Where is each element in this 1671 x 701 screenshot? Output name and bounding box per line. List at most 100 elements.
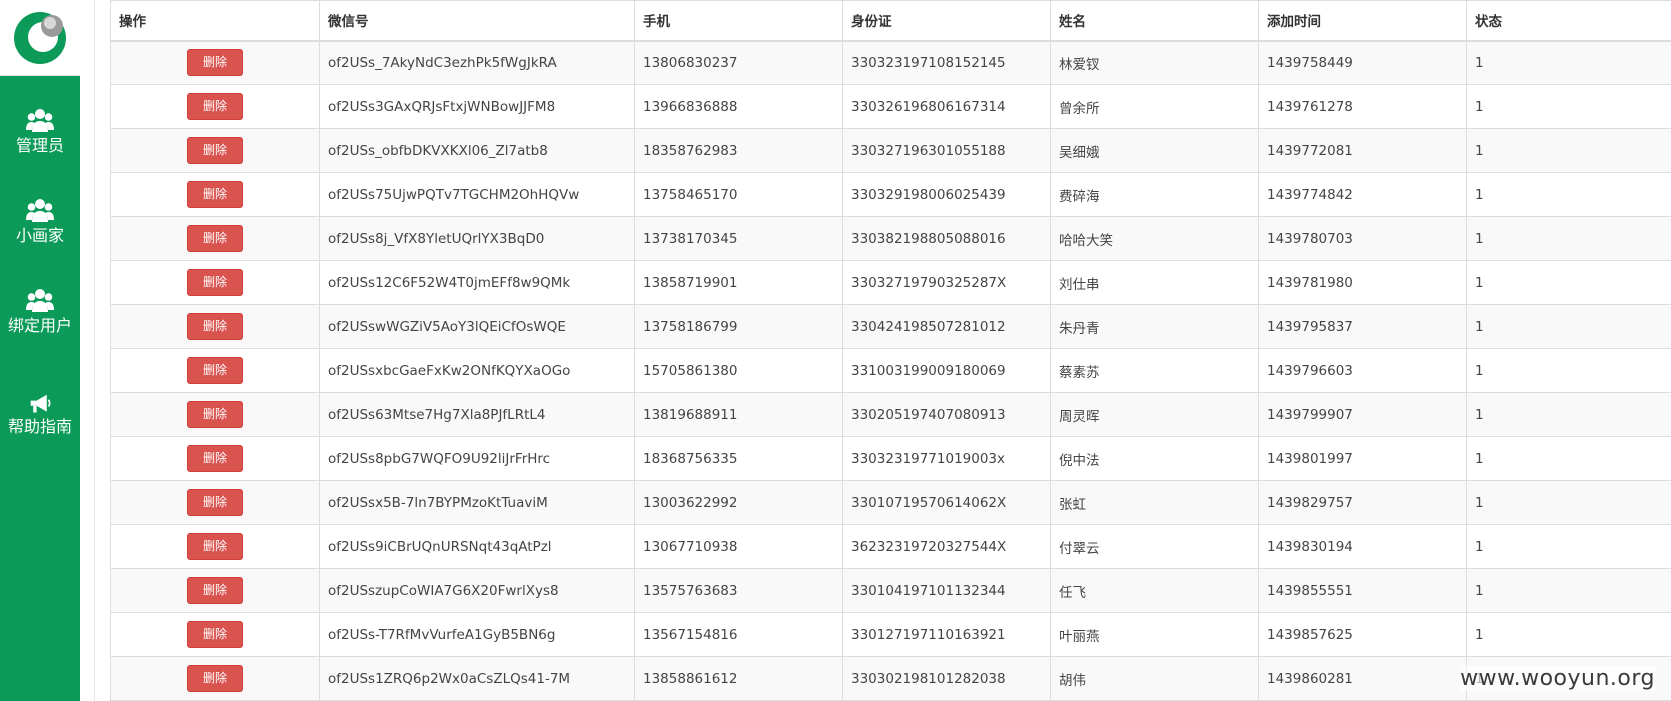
delete-button[interactable]: 删除 [187,269,243,296]
added-time-cell: 1439761278 [1258,84,1467,129]
delete-button[interactable]: 删除 [187,49,243,77]
column-header-name: 姓名 [1050,0,1259,42]
action-cell: 删除 [110,128,320,173]
sidebar: 管理员 小画家 绑定用户 帮助指南 [0,0,80,701]
added-time-cell: 1439829757 [1258,480,1467,525]
table-row: 删除 of2USsxbcGaeFxKw2ONfKQYXaOGo 1570586138… [110,348,1671,393]
name-cell: 曾余所 [1050,84,1259,129]
added-time-cell: 1439855551 [1258,568,1467,613]
delete-button[interactable]: 删除 [187,489,243,516]
sidebar-item-help[interactable]: 帮助指南 [0,393,80,453]
wechat-id-cell: of2USsx5B-7ln7BYPMzoKtTuaviM [319,480,635,525]
delete-button[interactable]: 删除 [187,313,243,340]
name-cell: 朱丹青 [1050,304,1259,349]
sidebar-item-painter[interactable]: 小画家 [0,198,80,258]
wechat-id-cell: of2USs_7AkyNdC3ezhPk5fWgJkRA [319,40,635,85]
table-row: 删除 of2USs8j_VfX8YletUQrlYX3BqD0 1373817034… [110,216,1671,261]
phone-cell: 13806830237 [634,40,843,85]
added-time-cell: 1439781980 [1258,260,1467,305]
table-row: 删除 of2USszupCoWIA7G6X20FwrlXys8 1357576368… [110,568,1671,613]
delete-button[interactable]: 删除 [187,445,243,472]
added-time-cell: 1439774842 [1258,172,1467,217]
action-cell: 删除 [110,260,320,305]
added-time-cell: 1439857625 [1258,612,1467,657]
name-cell: 刘仕串 [1050,260,1259,305]
action-cell: 删除 [110,40,320,85]
user-table-container: 操作 微信号 手机 身份证 姓名 添加时间 状态 删除 of2USs_7AkyNd… [110,0,1671,701]
delete-button[interactable]: 删除 [187,137,243,164]
delete-button[interactable]: 删除 [187,181,243,208]
added-time-cell: 1439801997 [1258,436,1467,481]
status-cell: 1 [1466,304,1671,349]
phone-cell: 15705861380 [634,348,843,393]
name-cell: 付翠云 [1050,524,1259,569]
wechat-id-cell: of2USs1ZRQ6p2Wx0aCsZLQs41-7M [319,656,635,701]
wechat-id-cell: of2USsxbcGaeFxKw2ONfKQYXaOGo [319,348,635,393]
name-cell: 倪中法 [1050,436,1259,481]
phone-cell: 13003622992 [634,480,843,525]
action-cell: 删除 [110,480,320,525]
name-cell: 胡伟 [1050,656,1259,701]
name-cell: 张虹 [1050,480,1259,525]
users-icon [26,289,54,312]
wechat-id-cell: of2USswWGZiV5AoY3lQEiCfOsWQE [319,304,635,349]
action-cell: 删除 [110,524,320,569]
delete-button[interactable]: 删除 [187,225,243,252]
name-cell: 周灵晖 [1050,392,1259,437]
delete-button[interactable]: 删除 [187,357,243,384]
wechat-id-cell: of2USs-T7RfMvVurfeA1GyB5BN6g [319,612,635,657]
id-card-cell: 330327196301055188 [842,128,1051,173]
id-card-cell: 330127197110163921 [842,612,1051,657]
name-cell: 吴细娥 [1050,128,1259,173]
phone-cell: 13067710938 [634,524,843,569]
status-cell: 1 [1466,612,1671,657]
sidebar-item-label: 管理员 [15,136,64,155]
table-row: 删除 of2USs1ZRQ6p2Wx0aCsZLQs41-7M 1385886161… [110,656,1671,701]
sidebar-item-label: 帮助指南 [7,417,72,436]
added-time-cell: 1439795837 [1258,304,1467,349]
table-row: 删除 of2USs_obfbDKVXKXl06_Zl7atb8 1835876298… [110,128,1671,173]
delete-button[interactable]: 删除 [187,621,243,648]
wechat-id-cell: of2USs9iCBrUQnURSNqt43qAtPzl [319,524,635,569]
delete-button[interactable]: 删除 [187,577,243,604]
megaphone-icon [30,394,51,413]
sidebar-item-label: 小画家 [15,226,64,245]
phone-cell: 13858861612 [634,656,843,701]
phone-cell: 13858719901 [634,260,843,305]
action-cell: 删除 [110,656,320,701]
table-row: 删除 of2USs8pbG7WQFO9U92liJrFrHrc 1836875633… [110,436,1671,481]
id-card-cell: 331003199009180069 [842,348,1051,393]
wechat-id-cell: of2USs8j_VfX8YletUQrlYX3BqD0 [319,216,635,261]
phone-cell: 13575763683 [634,568,843,613]
column-header-added-time: 添加时间 [1258,0,1467,42]
phone-cell: 18358762983 [634,128,843,173]
phone-cell: 13738170345 [634,216,843,261]
sidebar-item-bound-users[interactable]: 绑定用户 [0,288,80,348]
name-cell: 林爱钗 [1050,40,1259,85]
name-cell: 叶丽燕 [1050,612,1259,657]
status-cell: 1 [1466,480,1671,525]
wechat-id-cell: of2USs8pbG7WQFO9U92liJrFrHrc [319,436,635,481]
delete-button[interactable]: 删除 [187,401,243,428]
delete-button[interactable]: 删除 [187,665,243,692]
delete-button[interactable]: 删除 [187,93,243,120]
wechat-id-cell: of2USszupCoWIA7G6X20FwrlXys8 [319,568,635,613]
added-time-cell: 1439860281 [1258,656,1467,701]
status-cell: 1 [1466,172,1671,217]
table-row: 删除 of2USs_7AkyNdC3ezhPk5fWgJkRA 1380683023… [110,40,1671,85]
table-body: 删除 of2USs_7AkyNdC3ezhPk5fWgJkRA 1380683023… [110,40,1671,701]
phone-cell: 13758465170 [634,172,843,217]
logo-icon [14,12,66,64]
table-header-row: 操作 微信号 手机 身份证 姓名 添加时间 状态 [110,0,1671,42]
wechat-id-cell: of2USs63Mtse7Hg7Xla8PJfLRtL4 [319,392,635,437]
id-card-cell: 330104197101132344 [842,568,1051,613]
name-cell: 费碎海 [1050,172,1259,217]
delete-button[interactable]: 删除 [187,533,243,560]
added-time-cell: 1439758449 [1258,40,1467,85]
column-header-phone: 手机 [634,0,843,42]
action-cell: 删除 [110,392,320,437]
sidebar-item-admin[interactable]: 管理员 [0,108,80,168]
id-card-cell: 330323197108152145 [842,40,1051,85]
action-cell: 删除 [110,436,320,481]
logo[interactable] [0,0,80,76]
